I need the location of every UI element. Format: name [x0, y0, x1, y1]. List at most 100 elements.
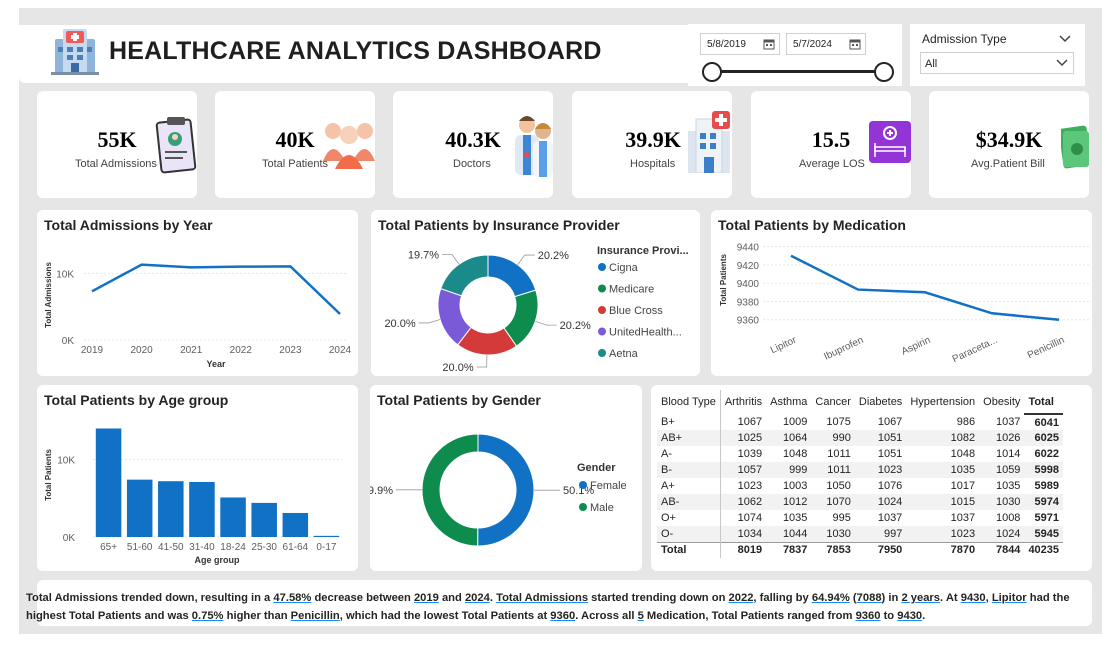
table-cell: 1074	[737, 512, 763, 524]
column-header[interactable]: Arthritis	[720, 390, 766, 414]
x-tick-label: Aspirin	[900, 335, 932, 358]
totals-row: Total 8019 7837 7853 7950 7870 7844 40235	[657, 541, 1064, 558]
table-cell: 990	[811, 430, 855, 446]
narrative-value: 2019	[413, 592, 439, 604]
narrative-value: Penicillin	[290, 610, 340, 622]
gender-slice	[477, 433, 535, 547]
table-cell: 1025	[720, 430, 767, 446]
slice-label: 20.2%	[560, 320, 591, 332]
table-row: A- 1039 1048 1011 1051 1048 1014 6022	[657, 446, 1063, 462]
table-cell: A+	[657, 478, 721, 494]
total-cell: 8019	[720, 541, 767, 558]
calendar-icon[interactable]	[849, 38, 861, 53]
y-tick-label: 0K	[63, 533, 76, 544]
y-axis-label: Total Patients	[44, 449, 53, 501]
kpi-label: Avg.Patient Bill	[971, 158, 1045, 170]
narrative-value: 0.75%	[191, 610, 224, 622]
table-cell: B+	[657, 414, 721, 430]
column-header[interactable]: Blood Type	[657, 390, 721, 414]
hospital-icon	[49, 25, 101, 82]
kpi-label: Hospitals	[630, 158, 676, 170]
age-group-bar	[189, 481, 215, 537]
table-cell: 1014	[995, 448, 1021, 460]
table-row: AB- 1062 1012 1070 1024 1015 1030 5974	[657, 494, 1064, 510]
age-group-bar	[251, 502, 277, 537]
table-row: O+ 1074 1035 995 1037 1037 1008 5971	[657, 510, 1063, 526]
y-axis-label: Total Patients	[719, 254, 728, 306]
table-cell: AB+	[657, 430, 721, 446]
narrative-value: 9430	[960, 592, 986, 604]
start-date-handle[interactable]	[702, 62, 722, 82]
table-cell: 1048	[782, 448, 808, 460]
date-range-slicer: 5/8/2019 5/7/2024	[688, 24, 902, 86]
kpi-label: Total Admissions	[75, 158, 157, 170]
table-cell: 6025	[1024, 430, 1064, 446]
table-cell: 6041	[1034, 416, 1060, 429]
y-tick-label: 0K	[62, 336, 75, 347]
total-cell: 7870	[906, 541, 980, 558]
table-cell: 1064	[766, 430, 812, 446]
date-range-track	[712, 70, 884, 73]
age-group-bar	[158, 481, 184, 537]
total-cell: Total	[657, 541, 721, 558]
x-tick-label: 51-60	[127, 542, 153, 553]
table-cell: 1059	[979, 462, 1025, 478]
legend-label: Cigna	[609, 262, 639, 274]
admission-type-dropdown[interactable]: All	[920, 52, 1074, 74]
table-cell: 1035	[995, 480, 1021, 492]
slice-label: 49.9%	[370, 485, 393, 497]
y-tick-label: 9360	[737, 316, 760, 327]
total-cell: 7950	[854, 541, 907, 558]
x-tick-label: 2024	[329, 345, 352, 356]
calendar-icon[interactable]	[763, 38, 775, 53]
legend-title: Gender	[577, 462, 616, 474]
narrative-text: to	[880, 610, 898, 622]
y-tick-label: 9420	[737, 261, 760, 272]
column-header[interactable]: Hypertension	[906, 390, 979, 414]
legend-label: Aetna	[609, 348, 639, 360]
people-icon	[323, 117, 375, 176]
leader-line	[442, 254, 460, 265]
legend-marker	[598, 306, 606, 314]
y-tick-label: 9380	[737, 297, 760, 308]
narrative-value: 47.58%	[273, 592, 312, 604]
gender-slice	[421, 433, 479, 547]
medication-card: Total Patients by Medication 9360 9380 940…	[711, 210, 1092, 376]
column-header[interactable]: Diabetes	[855, 390, 906, 414]
age-group-bar	[313, 535, 340, 537]
column-header[interactable]: Obesity	[979, 390, 1024, 414]
table-cell: 1011	[811, 462, 855, 478]
narrative-text: started trending down on	[588, 592, 729, 604]
end-date-input[interactable]: 5/7/2024	[786, 33, 866, 55]
age-group-bar	[126, 479, 153, 537]
chevron-down-icon[interactable]	[1055, 58, 1069, 71]
table-cell: 1024	[979, 526, 1025, 542]
table-cell: 1044	[766, 526, 812, 542]
x-tick-label: Lipitor	[769, 334, 799, 356]
table-cell: 5945	[1024, 526, 1064, 542]
column-header[interactable]: Asthma	[766, 390, 811, 414]
table-cell: 1012	[766, 494, 812, 510]
end-date-handle[interactable]	[874, 62, 894, 82]
legend-label: Male	[590, 502, 614, 514]
x-tick-label: 2021	[180, 345, 203, 356]
table-cell: 1051	[877, 448, 903, 460]
y-tick-label: 10K	[57, 456, 75, 467]
table-cell: 1026	[979, 430, 1025, 446]
kpi-value: 40.3K	[445, 127, 501, 152]
leader-line	[476, 354, 488, 368]
chevron-down-icon[interactable]	[1058, 31, 1072, 49]
start-date-input[interactable]: 5/8/2019	[700, 33, 780, 55]
legend-label: UnitedHealth...	[609, 327, 682, 339]
column-header[interactable]: Cancer	[811, 390, 854, 414]
x-axis-label: Age group	[195, 555, 240, 565]
x-tick-label: 61-64	[283, 542, 309, 553]
table-cell: 1034	[720, 526, 767, 542]
total-cell: 7844	[979, 541, 1025, 558]
clipboard-icon	[155, 113, 197, 180]
legend-marker	[598, 349, 606, 357]
table-cell: 5998	[1024, 462, 1064, 478]
leader-line	[535, 320, 557, 326]
column-header[interactable]: Total	[1024, 390, 1064, 415]
x-tick-label: 25-30	[251, 542, 277, 553]
